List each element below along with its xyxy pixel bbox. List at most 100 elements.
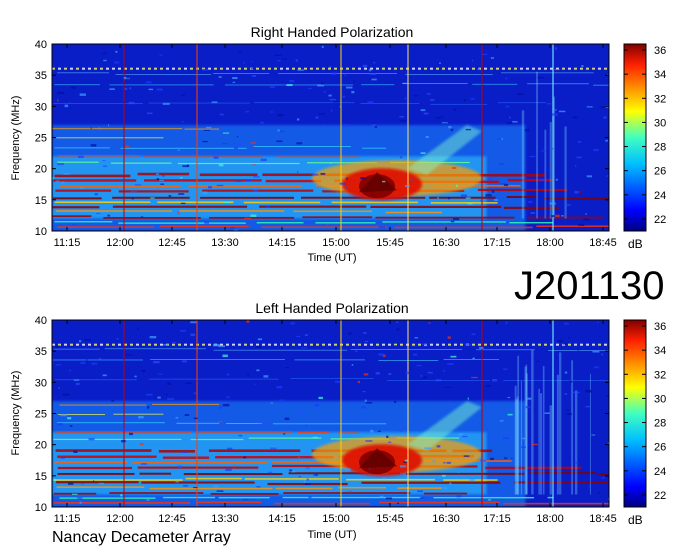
spectrogram-dot — [106, 67, 109, 70]
spectrogram-speckle — [421, 343, 427, 345]
spectrogram-speckle — [182, 360, 187, 363]
spectrogram-dot — [364, 67, 367, 70]
spectrogram-speckle — [447, 197, 450, 200]
spectrogram-streak — [179, 210, 285, 212]
spectrogram-speckle — [458, 433, 463, 436]
spectrogram-speckle — [498, 202, 504, 204]
spectrogram-streak — [56, 486, 145, 488]
spectrogram-dot — [418, 343, 421, 346]
spectrogram-speckle — [98, 357, 101, 360]
spectrogram-speckle — [352, 138, 357, 141]
spectrogram-speckle — [312, 436, 318, 438]
spectrogram-streak — [350, 349, 463, 350]
chart-title: Left Handed Polarization — [255, 300, 408, 316]
spectrogram-speckle — [329, 66, 332, 68]
spectrogram-speckle — [129, 87, 132, 90]
spectrogram-speckle — [263, 375, 269, 378]
colorbar-tick-label: 28 — [654, 142, 666, 154]
colorbar-tick-label: 24 — [654, 466, 666, 478]
spectrogram-speckle — [557, 340, 563, 342]
spectrogram-speckle — [230, 227, 236, 229]
spectrogram-speckle — [180, 329, 187, 332]
spectrogram-speckle — [218, 345, 225, 348]
spectrogram-speckle — [86, 359, 88, 362]
spectrogram-speckle — [399, 465, 407, 468]
spectrogram-speckle — [503, 437, 509, 440]
spectrogram-speckle — [420, 152, 426, 154]
spectrogram-speckle — [363, 373, 369, 376]
spectrogram-dot — [436, 67, 439, 70]
spectrogram-speckle — [399, 116, 405, 118]
spectrogram-speckle — [378, 353, 385, 356]
spectrogram-speckle — [400, 128, 403, 132]
spectrogram-speckle — [236, 136, 239, 138]
spectrogram-speckle — [521, 446, 526, 448]
spectrogram-speckle — [57, 91, 64, 95]
spectrogram-speckle — [353, 80, 355, 83]
spectrogram-streak — [188, 185, 303, 187]
spectrogram-dot — [58, 67, 61, 70]
spectrogram-streak — [476, 349, 535, 351]
spectrogram-speckle — [424, 447, 432, 450]
spectrogram-speckle — [204, 221, 210, 224]
spectrogram-speckle — [55, 180, 60, 182]
spectrogram-streak — [200, 196, 294, 199]
spectrogram-streak — [53, 438, 182, 441]
spectrogram-speckle — [303, 480, 306, 483]
spectrogram-speckle — [566, 409, 570, 411]
spectrogram-speckle — [464, 343, 472, 346]
spectrogram-streak — [506, 196, 537, 199]
spectrogram-speckle — [420, 109, 426, 112]
spectrogram-streak — [132, 461, 268, 464]
spectrogram-dot — [328, 343, 331, 346]
spectrogram-speckle — [591, 434, 596, 436]
spectrogram-streak — [213, 349, 348, 351]
spectrogram-speckle — [270, 447, 277, 450]
spectrogram-streak — [433, 496, 535, 499]
spectrogram-speckle — [308, 496, 312, 499]
colorbar-tick-label: 34 — [654, 69, 666, 81]
spectrogram-speckle — [57, 163, 65, 166]
spectrogram-speckle — [260, 158, 267, 161]
y-tick-label: 10 — [35, 502, 47, 514]
spectrogram-streak — [429, 196, 496, 199]
spectrogram-speckle — [400, 119, 407, 122]
colorbar-tick-label: 26 — [654, 166, 666, 178]
spectrogram-speckle — [305, 467, 310, 469]
spectrogram-dot — [100, 343, 103, 346]
spectrogram-streak — [112, 205, 248, 208]
spectrogram-speckle — [388, 441, 392, 443]
spectrogram-speckle — [313, 474, 319, 476]
spectrogram-speckle — [379, 495, 384, 498]
x-axis-label: Time (UT) — [307, 252, 356, 264]
spectrogram-speckle — [78, 155, 84, 158]
spectrogram-streak — [177, 162, 300, 165]
spectrogram-streak — [275, 156, 359, 158]
spectrogram-speckle — [57, 423, 63, 426]
spectrogram-speckle — [60, 456, 66, 459]
spectrogram-speckle — [226, 396, 230, 398]
panel-right-polarization: Right Handed Polarization 10 15 20 25 30 35 40… — [10, 24, 666, 264]
spectrogram-speckle — [597, 492, 601, 494]
spectrogram-speckle — [436, 445, 441, 448]
spectrogram-dot — [370, 343, 373, 346]
spectrogram-speckle — [193, 392, 198, 394]
spectrogram-speckle — [167, 398, 175, 400]
x-tick-label: 18:00 — [536, 513, 564, 525]
spectrogram-speckle — [162, 175, 165, 177]
spectrogram-streak — [183, 473, 283, 476]
spectrogram-dot — [484, 67, 487, 70]
spectrogram-speckle — [328, 94, 332, 97]
spectrogram-speckle — [269, 86, 275, 89]
y-tick-label: 40 — [35, 315, 47, 327]
spectrogram-speckle — [362, 391, 366, 393]
spectrogram-speckle — [576, 156, 582, 159]
spectrogram-speckle — [471, 376, 478, 379]
spectrogram-streak — [197, 501, 261, 503]
spectrogram-dot — [256, 343, 259, 346]
spectrogram-dot — [454, 343, 457, 346]
spectrogram-speckle — [553, 69, 560, 71]
spectrogram-speckle — [202, 140, 209, 143]
spectrogram-speckle — [277, 129, 280, 132]
spectrogram-dot — [88, 67, 91, 70]
